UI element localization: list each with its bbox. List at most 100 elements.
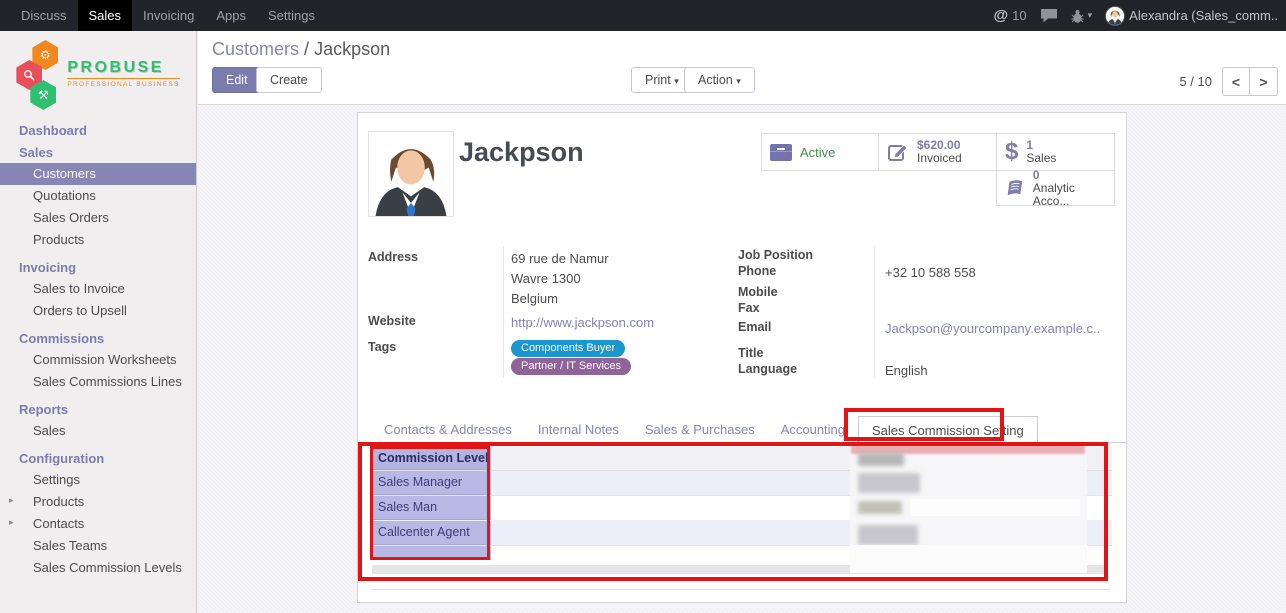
- sidebar-item-label: Products: [33, 494, 84, 509]
- sidebar: ⚙ ⚒ PROBUSE PROFESSIONAL BUSINESS Dashbo…: [0, 31, 197, 613]
- sidebar-section-invoicing[interactable]: Invoicing: [0, 256, 196, 278]
- analytic-count-label: Analytic Acco...: [1033, 182, 1106, 208]
- email-link[interactable]: Jackpson@yourcompany.example.c..: [885, 321, 1100, 336]
- expander-icon[interactable]: ▸: [9, 517, 14, 528]
- sidebar-item-config-products[interactable]: ▸ Products: [0, 491, 196, 513]
- company-logo[interactable]: ⚙ ⚒ PROBUSE PROFESSIONAL BUSINESS: [0, 31, 196, 117]
- caret-down-icon: ▾: [674, 76, 679, 86]
- menu-settings[interactable]: Settings: [257, 0, 326, 31]
- mobile-label: Mobile: [738, 285, 778, 299]
- sidebar-item-quotations[interactable]: Quotations: [0, 185, 196, 207]
- invoiced-stat-button[interactable]: $620.00 Invoiced: [878, 133, 997, 171]
- address-street: 69 rue de Namur: [511, 251, 609, 266]
- redacted-block: [858, 453, 904, 466]
- sidebar-item-label: Customers: [33, 166, 96, 181]
- field-separator: [503, 246, 504, 378]
- commission-level-cell[interactable]: Sales Manager: [372, 471, 491, 495]
- sidebar-section-commissions[interactable]: Commissions: [0, 327, 196, 349]
- page-title: Jackpson: [459, 137, 584, 168]
- redacted-block: [858, 473, 920, 493]
- sales-stat-button[interactable]: $ 1 Sales: [996, 133, 1115, 171]
- sidebar-item-label: Sales Commission Levels: [33, 560, 182, 575]
- edit-button[interactable]: Edit: [212, 67, 262, 93]
- title-label: Title: [738, 346, 763, 360]
- commission-level-cell[interactable]: Callcenter Agent: [372, 521, 491, 545]
- bug-icon: [1071, 9, 1084, 23]
- action-button[interactable]: Action ▾: [684, 67, 755, 93]
- sidebar-item-customers[interactable]: Customers: [0, 163, 196, 185]
- user-name: Alexandra (Sales_comm..: [1129, 8, 1278, 23]
- analytic-accounts-stat-button[interactable]: 0 Analytic Acco...: [996, 170, 1115, 206]
- sidebar-item-reports-sales[interactable]: Sales: [0, 420, 196, 442]
- tab-sales-purchases[interactable]: Sales & Purchases: [632, 416, 768, 443]
- sidebar-item-sales-commission-levels[interactable]: Sales Commission Levels: [0, 557, 196, 579]
- breadcrumb-customers-link[interactable]: Customers: [212, 39, 299, 59]
- menu-sales[interactable]: Sales: [78, 0, 133, 31]
- sidebar-item-sales-orders[interactable]: Sales Orders: [0, 207, 196, 229]
- messages-button[interactable]: [1040, 8, 1058, 23]
- sidebar-item-label: Sales: [33, 423, 66, 438]
- systray: @ 10 ▾: [994, 6, 1286, 26]
- job-position-label: Job Position: [738, 248, 813, 262]
- mentions-icon: @: [994, 7, 1009, 24]
- sidebar-item-config-contacts[interactable]: ▸ Contacts: [0, 513, 196, 535]
- redacted-block: [858, 525, 918, 545]
- field-separator: [874, 246, 875, 378]
- email-label: Email: [738, 320, 771, 334]
- sidebar-item-commission-worksheets[interactable]: Commission Worksheets: [0, 349, 196, 371]
- sidebar-item-sales-commissions-lines[interactable]: Sales Commissions Lines: [0, 371, 196, 393]
- logo-subtitle: PROFESSIONAL BUSINESS: [67, 78, 179, 88]
- mentions-count: 10: [1012, 8, 1026, 23]
- tab-accounting[interactable]: Accounting: [768, 416, 858, 443]
- expander-icon[interactable]: ▸: [9, 495, 14, 506]
- phone-value: +32 10 588 558: [885, 265, 976, 280]
- pager-next-button[interactable]: >: [1250, 67, 1278, 96]
- table-bottom-separator: [372, 589, 1110, 590]
- tab-internal-notes[interactable]: Internal Notes: [525, 416, 632, 443]
- action-label: Action: [698, 73, 733, 87]
- control-panel: Customers / Jackpson Edit Create Print ▾…: [198, 31, 1286, 105]
- pager: 5 / 10 < >: [1179, 67, 1278, 96]
- sidebar-item-label: Settings: [33, 472, 80, 487]
- commission-level-column-header[interactable]: Commission Level: [372, 447, 491, 470]
- website-link[interactable]: http://www.jackpson.com: [511, 315, 654, 330]
- fax-label: Fax: [738, 301, 760, 315]
- sidebar-section-reports[interactable]: Reports: [0, 398, 196, 420]
- sidebar-item-label: Sales Teams: [33, 538, 107, 553]
- debug-menu-button[interactable]: ▾: [1071, 9, 1093, 23]
- book-icon: [1005, 178, 1025, 198]
- sidebar-item-sales-teams[interactable]: Sales Teams: [0, 535, 196, 557]
- tab-sales-commission-setting[interactable]: Sales Commission Setting: [858, 416, 1038, 443]
- menu-invoicing[interactable]: Invoicing: [132, 0, 205, 31]
- customer-photo: [368, 131, 454, 217]
- create-button[interactable]: Create: [256, 67, 322, 93]
- address-label: Address: [368, 250, 418, 264]
- sidebar-item-settings[interactable]: Settings: [0, 469, 196, 491]
- redacted-block: [910, 499, 1080, 516]
- menu-discuss[interactable]: Discuss: [10, 0, 78, 31]
- tag-partner-it-services: Partner / IT Services: [511, 357, 631, 375]
- pager-value: 5 / 10: [1179, 74, 1212, 89]
- sidebar-item-label: Commission Worksheets: [33, 352, 177, 367]
- active-stat-button[interactable]: Active: [761, 133, 879, 171]
- breadcrumb: Customers / Jackpson: [212, 39, 390, 60]
- language-value: English: [885, 363, 928, 378]
- breadcrumb-separator: /: [304, 39, 309, 59]
- mentions-button[interactable]: @ 10: [994, 7, 1027, 24]
- sidebar-item-orders-to-upsell[interactable]: Orders to Upsell: [0, 300, 196, 322]
- logo-hexagons: ⚙ ⚒: [16, 40, 64, 108]
- sidebar-item-dashboard[interactable]: Dashboard: [0, 119, 196, 141]
- commission-level-cell[interactable]: Sales Man: [372, 496, 491, 520]
- language-label: Language: [738, 362, 797, 376]
- sidebar-item-products[interactable]: Products: [0, 229, 196, 251]
- sidebar-item-sales-to-invoice[interactable]: Sales to Invoice: [0, 278, 196, 300]
- tab-contacts-addresses[interactable]: Contacts & Addresses: [371, 416, 525, 443]
- pager-previous-button[interactable]: <: [1222, 67, 1250, 96]
- content-area: Jackpson Active $620.00 Invoiced $: [198, 105, 1286, 613]
- sidebar-section-configuration[interactable]: Configuration: [0, 447, 196, 469]
- menu-apps[interactable]: Apps: [205, 0, 257, 31]
- sidebar-section-sales[interactable]: Sales: [0, 141, 196, 163]
- sidebar-item-label: Sales Orders: [33, 210, 109, 225]
- dollar-icon: $: [1005, 140, 1018, 164]
- user-menu[interactable]: Alexandra (Sales_comm..: [1105, 6, 1278, 26]
